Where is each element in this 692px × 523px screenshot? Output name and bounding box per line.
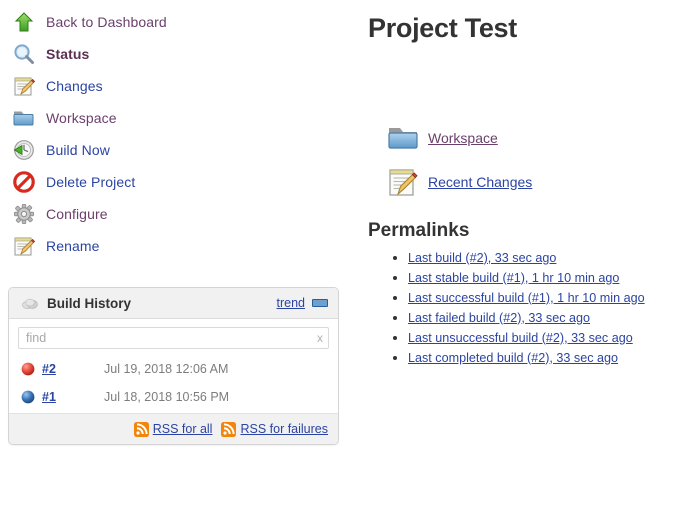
rss-for-failures-link[interactable]: RSS for failures <box>221 421 328 437</box>
delete-icon <box>12 170 36 194</box>
permalink-last-completed-build[interactable]: Last completed build (#2), 33 sec ago <box>408 351 618 365</box>
folder-icon <box>386 121 420 155</box>
table-row[interactable]: #1 Jul 18, 2018 10:56 PM <box>18 383 329 411</box>
clear-search-icon[interactable]: x <box>317 330 323 346</box>
build-history-footer: RSS for all RSS for failures <box>9 413 338 444</box>
project-links: Workspace Recent Changes <box>368 116 692 204</box>
list-item: Last build (#2), 33 sec ago <box>408 248 692 268</box>
gear-icon <box>12 202 36 226</box>
build-history-title: Build History <box>47 295 132 311</box>
list-item: Last unsuccessful build (#2), 33 sec ago <box>408 328 692 348</box>
list-item: Last stable build (#1), 1 hr 10 min ago <box>408 268 692 288</box>
permalink-last-successful-build[interactable]: Last successful build (#1), 1 hr 10 min … <box>408 291 645 305</box>
sidebar-item-label: Rename <box>46 238 100 254</box>
trend-bar-icon[interactable] <box>312 299 328 307</box>
sidebar-item-label: Changes <box>46 78 103 94</box>
magnifier-icon <box>12 42 36 66</box>
workspace-link[interactable]: Workspace <box>368 116 692 160</box>
table-row[interactable]: #2 Jul 19, 2018 12:06 AM <box>18 355 329 383</box>
list-item: Last failed build (#2), 33 sec ago <box>408 308 692 328</box>
sidebar-item-label: Back to Dashboard <box>46 14 167 30</box>
main-content: Project Test Workspace Recent Changes Pe… <box>368 0 692 368</box>
sidebar-item-delete-project[interactable]: Delete Project <box>0 166 348 198</box>
recent-changes-link[interactable]: Recent Changes <box>368 160 692 204</box>
sidebar: Back to Dashboard Status Changes Workspa… <box>0 0 348 445</box>
trend-link[interactable]: trend <box>277 296 306 310</box>
build-date: Jul 18, 2018 10:56 PM <box>104 390 230 404</box>
sidebar-item-label: Status <box>46 46 90 62</box>
sidebar-item-label: Configure <box>46 206 108 222</box>
permalinks-heading: Permalinks <box>368 219 470 241</box>
sidebar-item-status[interactable]: Status <box>0 38 348 70</box>
notepad-pencil-icon <box>386 165 420 199</box>
up-arrow-icon <box>12 10 36 34</box>
permalink-last-build[interactable]: Last build (#2), 33 sec ago <box>408 251 556 265</box>
build-history-rows: #2 Jul 19, 2018 12:06 AM #1 Jul 18, 2018… <box>18 355 329 411</box>
sidebar-item-label: Build Now <box>46 142 110 158</box>
build-number-link[interactable]: #2 <box>42 362 104 376</box>
rss-icon <box>133 421 149 437</box>
recent-changes-link-label: Recent Changes <box>428 173 533 190</box>
list-item: Last completed build (#2), 33 sec ago <box>408 348 692 368</box>
notepad-pencil-icon <box>12 234 36 258</box>
sidebar-item-rename[interactable]: Rename <box>0 230 348 262</box>
sidebar-item-back-to-dashboard[interactable]: Back to Dashboard <box>0 6 348 38</box>
search-input[interactable] <box>18 327 329 349</box>
rss-for-all-link[interactable]: RSS for all <box>133 421 213 437</box>
build-history-header: Build History trend <box>9 288 338 319</box>
notepad-pencil-icon <box>12 74 36 98</box>
build-number-link[interactable]: #1 <box>42 390 104 404</box>
list-item: Last successful build (#1), 1 hr 10 min … <box>408 288 692 308</box>
build-status-ball-failed-icon <box>20 361 36 377</box>
rss-for-failures-label: RSS for failures <box>240 422 328 436</box>
permalink-last-unsuccessful-build[interactable]: Last unsuccessful build (#2), 33 sec ago <box>408 331 633 345</box>
sidebar-item-workspace[interactable]: Workspace <box>0 102 348 134</box>
sidebar-item-label: Delete Project <box>46 174 136 190</box>
rss-icon <box>221 421 237 437</box>
workspace-link-label: Workspace <box>428 129 498 146</box>
cloudy-weather-icon <box>21 295 39 311</box>
build-history-body: x #2 Jul 19, 2018 12 <box>9 319 338 413</box>
rss-for-all-label: RSS for all <box>152 422 213 436</box>
build-history-panel: Build History trend x <box>8 287 339 445</box>
folder-icon <box>12 106 36 130</box>
permalink-last-stable-build[interactable]: Last stable build (#1), 1 hr 10 min ago <box>408 271 619 285</box>
sidebar-item-build-now[interactable]: Build Now <box>0 134 348 166</box>
permalink-last-failed-build[interactable]: Last failed build (#2), 33 sec ago <box>408 311 590 325</box>
build-now-icon <box>12 138 36 162</box>
build-status-ball-success-icon <box>20 389 36 405</box>
build-date: Jul 19, 2018 12:06 AM <box>104 362 229 376</box>
page-title: Project Test <box>368 13 517 43</box>
sidebar-item-changes[interactable]: Changes <box>0 70 348 102</box>
jenkins-project-page: Back to Dashboard Status Changes Workspa… <box>0 0 692 523</box>
permalinks-list: Last build (#2), 33 sec ago Last stable … <box>368 248 692 368</box>
sidebar-item-label: Workspace <box>46 110 117 126</box>
find-field-wrapper: x <box>18 327 329 349</box>
sidebar-item-configure[interactable]: Configure <box>0 198 348 230</box>
